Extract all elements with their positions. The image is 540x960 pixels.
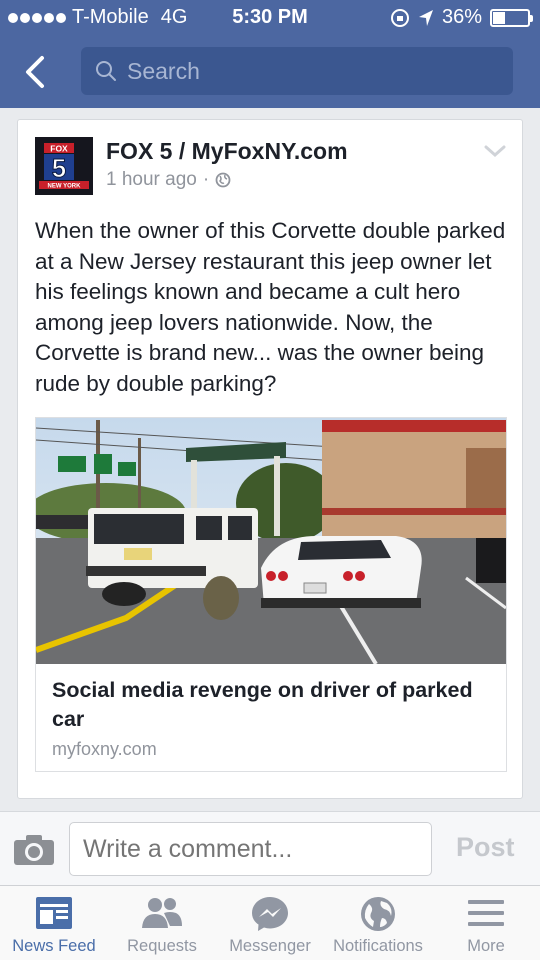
post-timestamp[interactable]: 1 hour ago: [106, 169, 197, 191]
camera-icon: [14, 835, 54, 865]
post-body-text: When the owner of this Corvette double p…: [35, 218, 506, 396]
back-button[interactable]: [20, 52, 56, 92]
search-placeholder: Search: [127, 57, 200, 84]
comment-bar: Post: [0, 811, 540, 885]
link-preview[interactable]: Social media revenge on driver of parked…: [35, 417, 507, 772]
search-input[interactable]: Search: [81, 47, 513, 95]
comment-input[interactable]: [69, 822, 432, 876]
meta-separator: ·: [202, 169, 210, 190]
post-author[interactable]: FOX 5 / MyFoxNY.com: [106, 138, 348, 165]
jeep-corvette-photo: [36, 418, 506, 664]
tab-bar: News Feed Requests Messenger Notificatio…: [0, 885, 540, 960]
back-chevron-icon: [26, 56, 44, 88]
location-arrow-icon: [418, 9, 433, 26]
rotation-lock-icon: [390, 8, 409, 27]
battery-level: [493, 11, 506, 24]
news-feed-icon: [36, 897, 72, 929]
messenger-icon: [252, 897, 288, 931]
tab-label: Messenger: [229, 937, 311, 955]
battery-icon: [490, 8, 533, 27]
public-globe-icon: [215, 172, 231, 188]
avatar-number: 5: [52, 153, 66, 183]
top-bar: T-Mobile 4G 5:30 PM 36% Search: [0, 0, 540, 108]
tab-label: News Feed: [12, 937, 96, 955]
tab-requests[interactable]: Requests: [108, 886, 216, 960]
menu-icon: [468, 900, 504, 926]
chevron-down-icon: [484, 145, 506, 158]
post-options-button[interactable]: [484, 144, 506, 163]
page-avatar[interactable]: FOX 5 NEW YORK: [35, 137, 93, 195]
link-domain: myfoxny.com: [52, 739, 157, 759]
camera-button[interactable]: [13, 834, 55, 871]
tab-label: Requests: [127, 937, 197, 955]
link-title[interactable]: Social media revenge on driver of parked…: [52, 676, 492, 734]
post-card: FOX 5 NEW YORK FOX 5 / MyFoxNY.com 1 hou…: [17, 119, 523, 799]
status-bar: T-Mobile 4G 5:30 PM 36%: [0, 0, 540, 36]
post-comment-button[interactable]: Post: [456, 832, 515, 863]
battery-percent: 36%: [441, 6, 482, 28]
friends-icon: [142, 898, 182, 928]
avatar-top-text: FOX: [50, 144, 68, 154]
tab-label: More: [467, 937, 505, 955]
post-meta: 1 hour ago ·: [106, 169, 231, 191]
globe-icon: [361, 897, 395, 931]
tab-messenger[interactable]: Messenger: [216, 886, 324, 960]
status-right: 36%: [390, 6, 533, 29]
link-preview-image: [36, 418, 506, 664]
avatar-bottom-text: NEW YORK: [48, 184, 82, 190]
tab-label: Notifications: [333, 937, 423, 955]
tab-notifications[interactable]: Notifications: [324, 886, 432, 960]
tab-more[interactable]: More: [432, 886, 540, 960]
tab-news-feed[interactable]: News Feed: [0, 886, 108, 960]
fox5-logo: FOX 5 NEW YORK: [35, 137, 93, 195]
search-icon: [96, 61, 116, 81]
